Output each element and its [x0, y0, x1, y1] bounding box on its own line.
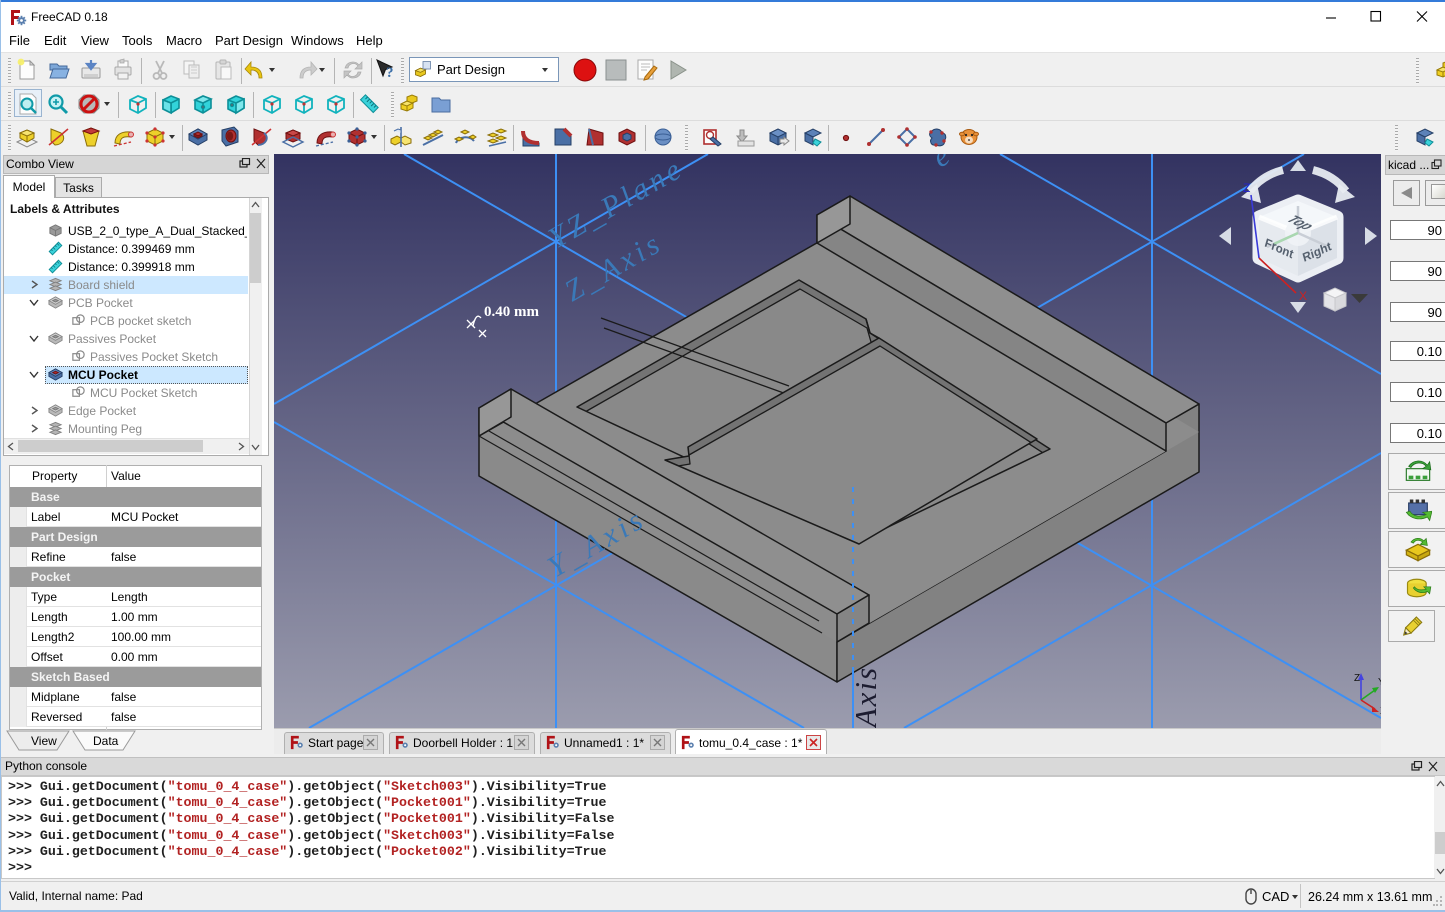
svg-text:Data: Data — [93, 734, 119, 748]
svg-text:?: ? — [386, 65, 394, 81]
svg-text:View: View — [31, 734, 57, 748]
svg-text:Z: Z — [1354, 673, 1360, 684]
svg-text:Z: Z — [1243, 181, 1250, 195]
svg-text:X: X — [1299, 289, 1307, 303]
svg-text:0.40 mm: 0.40 mm — [484, 304, 539, 320]
svg-text:Z_Axis: Z_Axis — [848, 666, 883, 728]
